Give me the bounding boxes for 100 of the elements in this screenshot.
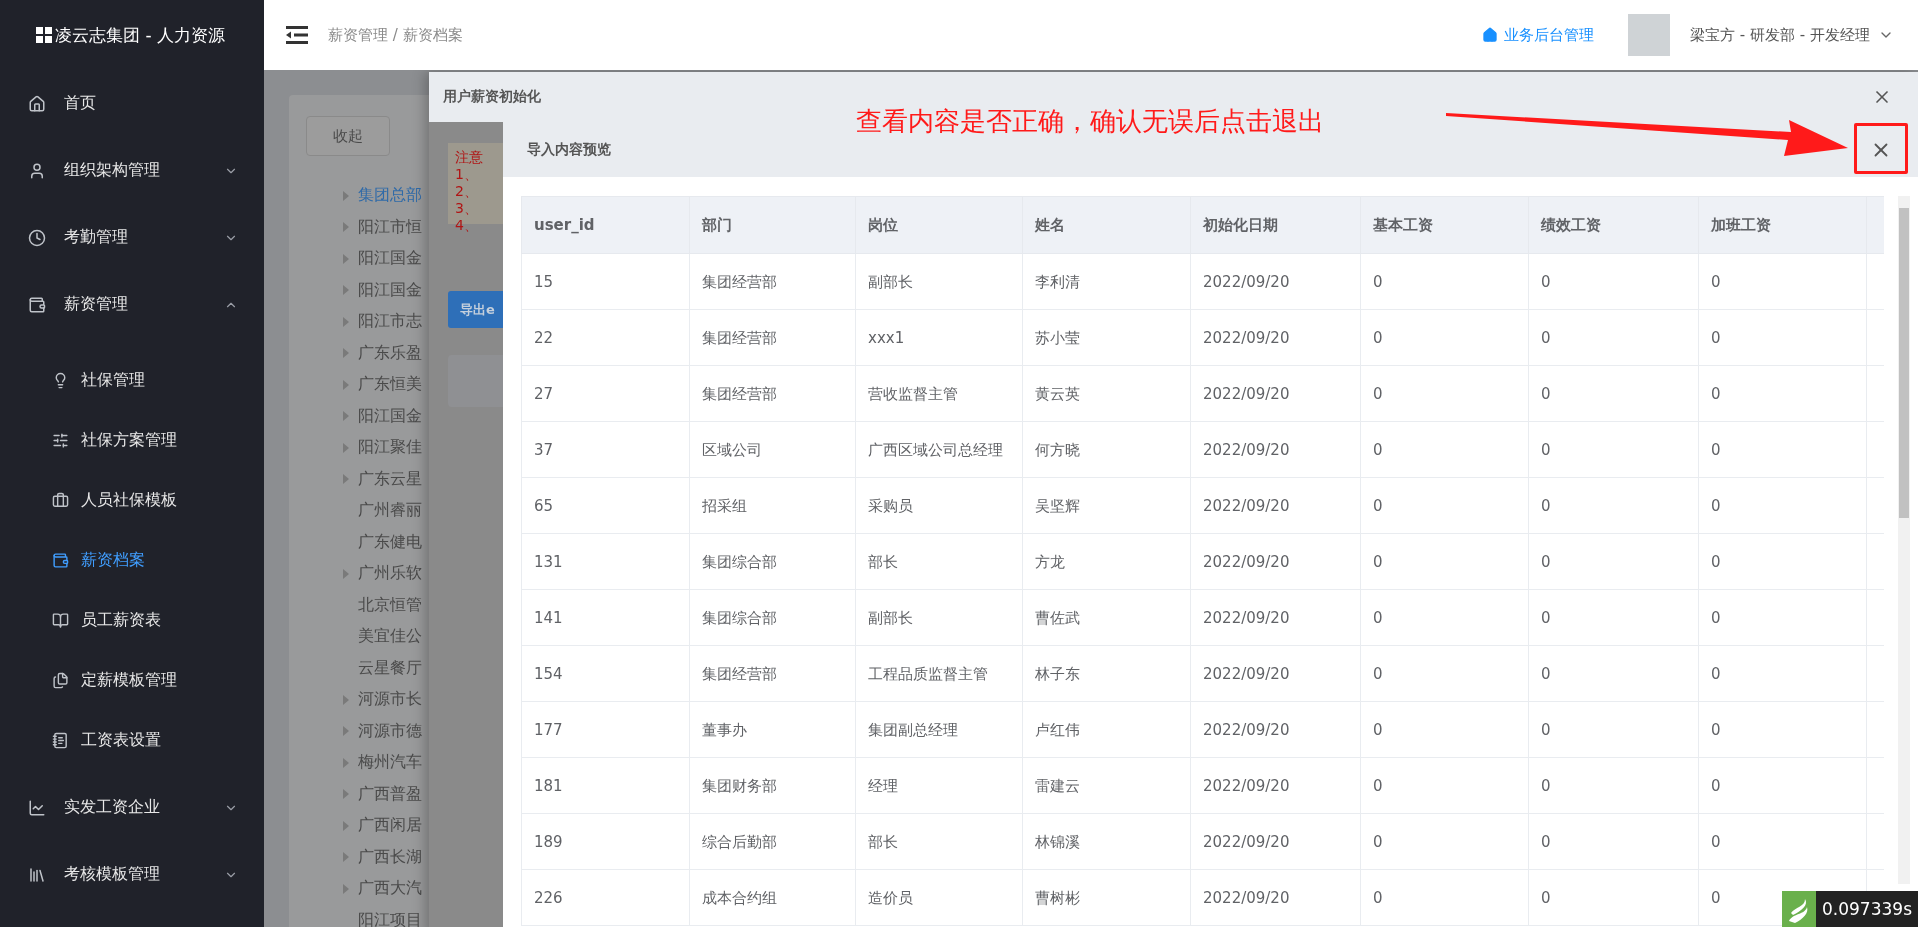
tree-node[interactable]: 广州乐软 [358,563,422,585]
table-cell: 广西区域公司总经理 [855,421,1023,478]
submenu-icon [52,551,69,569]
tree-node[interactable]: 北京恒管 [358,594,422,616]
table-cell: 0 [1528,309,1699,366]
expand-arrow-icon[interactable] [342,222,350,233]
expand-arrow-icon[interactable] [342,285,350,296]
backend-link[interactable]: 业务后台管理 [1482,25,1595,45]
expand-arrow-icon[interactable] [342,568,350,579]
table-cell: 22 [521,309,690,366]
tree-node[interactable]: 梅州汽车 [358,752,422,774]
menu-toggle-icon[interactable] [286,26,308,44]
expand-arrow-icon[interactable] [342,190,350,201]
submenu-item[interactable]: 薪资档案 [0,530,264,590]
table-cell: 0 [1360,365,1529,422]
menu-icon [28,228,46,247]
table-cell: 集团财务部 [689,757,856,814]
expand-arrow-icon[interactable] [342,883,350,894]
table-cell: 0 [1360,813,1529,870]
table-cell: 2022/09/20 [1190,253,1361,310]
column-header: user_id [521,196,690,254]
table-cell: 0 [1528,645,1699,702]
preview-title: 导入内容预览 [527,140,612,159]
scrollbar[interactable] [1898,196,1910,884]
table-cell: 集团综合部 [689,589,856,646]
tree-node[interactable]: 广西闲居 [358,815,422,837]
submenu-item[interactable]: 社保管理 [0,350,264,410]
table-cell: 0 [1528,421,1699,478]
notice-line: 2、 [455,183,479,200]
submenu-item[interactable]: 工资表设置 [0,710,264,770]
breadcrumb: 薪资管理 / 薪资档案 [328,25,464,45]
menu-item[interactable]: 薪资管理 [0,271,264,338]
table-cell: 0 [1360,757,1529,814]
table-cell: 苏小莹 [1022,309,1191,366]
table-cell: 0 [1528,813,1699,870]
tree-node[interactable]: 阳江市志 [358,311,422,333]
tree-node[interactable]: 广东健电 [358,531,422,553]
expand-arrow-icon[interactable] [342,316,350,327]
menu-item[interactable]: 实发工资企业 [0,774,264,841]
expand-arrow-icon[interactable] [342,379,350,390]
table-cell: 2022/09/20 [1190,869,1361,926]
expand-arrow-icon[interactable] [342,694,350,705]
expand-arrow-icon[interactable] [342,474,350,485]
tree-node[interactable]: 阳江国金 [358,279,422,301]
submenu-item[interactable]: 社保方案管理 [0,410,264,470]
tree-node[interactable]: 广东乐盈 [358,342,422,364]
tree-node[interactable]: 广东云星 [358,468,422,490]
menu-item[interactable]: 首页 [0,70,264,137]
submenu-item[interactable]: 员工薪资表 [0,590,264,650]
table-cell: 65 [521,477,690,534]
tree-node[interactable]: 阳江项目 [358,909,422,927]
menu-item[interactable]: 考勤管理 [0,204,264,271]
table-cell: 0 [1360,477,1529,534]
menu-item[interactable]: 考核模板管理 [0,841,264,908]
tree-node[interactable]: 广东恒美 [358,374,422,396]
table-cell: 0 [1528,477,1699,534]
tree-node[interactable]: 阳江市恒 [358,216,422,238]
submenu-item[interactable]: 定薪模板管理 [0,650,264,710]
table-cell: 林子东 [1022,645,1191,702]
expand-arrow-icon[interactable] [342,820,350,831]
table-cell: 131 [521,533,690,590]
tree-node[interactable]: 美宜佳公 [358,626,422,648]
menu-icon [28,798,46,817]
expand-arrow-icon[interactable] [342,253,350,264]
expand-arrow-icon[interactable] [342,726,350,737]
menu-item[interactable]: 组织架构管理 [0,137,264,204]
tree-node[interactable]: 云星餐厅 [358,657,422,679]
tree-node[interactable]: 广西普盈 [358,783,422,805]
collapse-button[interactable]: 收起 [306,116,390,156]
expand-arrow-icon[interactable] [342,852,350,863]
table-cell: 0 [1360,645,1529,702]
expand-arrow-icon[interactable] [342,757,350,768]
user-menu[interactable]: 梁宝方 - 研发部 - 开发经理 [1690,25,1894,45]
tree-node[interactable]: 广西大汽 [358,878,422,900]
tree-node[interactable]: 广州睿丽 [358,500,422,522]
column-header: 姓名 [1022,196,1191,254]
expand-arrow-icon[interactable] [342,348,350,359]
notice-line: 3、 [455,200,479,217]
tree-node[interactable]: 阳江聚佳 [358,437,422,459]
table-cell: 方龙 [1022,533,1191,590]
annotation-text: 查看内容是否正确，确认无误后点击退出 [856,105,1324,138]
table-cell: 林锦溪 [1022,813,1191,870]
menu-icon [28,161,46,180]
table-cell: 成本合约组 [689,869,856,926]
tree-node[interactable]: 河源市德 [358,720,422,742]
submenu-item[interactable]: 人员社保模板 [0,470,264,530]
table-cell: 采购员 [855,477,1023,534]
expand-arrow-icon[interactable] [342,411,350,422]
tree-node[interactable]: 阳江国金 [358,248,422,270]
tree-node[interactable]: 河源市长 [358,689,422,711]
tree-node[interactable]: 集团总部 [358,185,422,207]
tree-node[interactable]: 阳江国金 [358,405,422,427]
submenu-icon [52,491,69,509]
table-cell: 黄云英 [1022,365,1191,422]
submenu-icon [52,611,69,629]
expand-arrow-icon[interactable] [342,442,350,453]
table-cell: 营收监督主管 [855,365,1023,422]
expand-arrow-icon[interactable] [342,789,350,800]
tree-node[interactable]: 广西长湖 [358,846,422,868]
export-button[interactable]: 导出e [448,291,503,328]
